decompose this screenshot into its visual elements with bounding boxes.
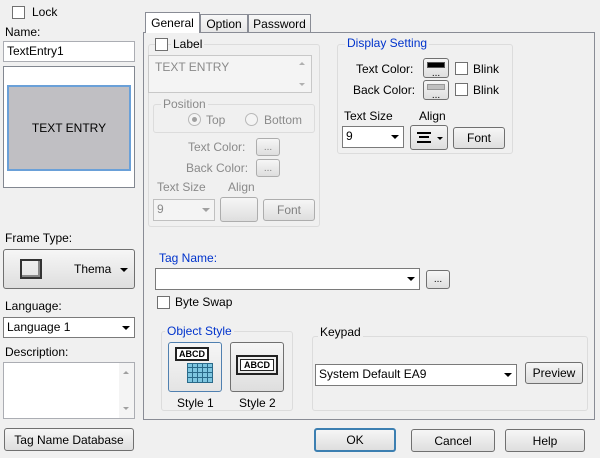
style1-label: Style 1 [177, 396, 214, 410]
description-textarea[interactable] [3, 362, 135, 419]
position-top-label: Top [206, 113, 226, 127]
byte-swap-checkbox[interactable] [157, 296, 170, 309]
chevron-down-icon [437, 137, 443, 140]
label-text-field: TEXT ENTRY [148, 55, 312, 93]
tag-name-database-button[interactable]: Tag Name Database [4, 428, 134, 451]
label-text-size-label: Text Size [157, 180, 206, 194]
back-blink-label: Blink [473, 83, 500, 97]
style1-icon-text: ABCD [175, 347, 209, 361]
chevron-down-icon [120, 268, 128, 272]
tab-password[interactable]: Password [248, 14, 311, 33]
frame-type-label: Frame Type: [5, 231, 73, 245]
style2-label: Style 2 [239, 396, 276, 410]
tag-name-label: Tag Name: [159, 251, 218, 265]
preview-selection: TEXT ENTRY [7, 85, 131, 171]
preview-frame: TEXT ENTRY [3, 66, 135, 188]
chevron-down-icon [391, 135, 399, 139]
display-text-color-button[interactable]: ... [423, 58, 449, 79]
chevron-down-icon [504, 373, 512, 377]
position-title: Position [161, 97, 208, 111]
style2-icon-text: ABCD [240, 359, 274, 371]
back-blink-checkbox[interactable] [455, 83, 468, 96]
preview-text: TEXT ENTRY [31, 121, 107, 135]
position-bottom-radio [245, 113, 258, 126]
style1-icon: ABCD [175, 347, 215, 383]
language-label: Language: [5, 299, 62, 313]
chevron-down-icon [202, 208, 210, 212]
description-label: Description: [5, 345, 69, 359]
label-font-button: Font [263, 199, 315, 221]
display-back-color-button[interactable]: ... [423, 80, 449, 101]
frame-type-button[interactable]: Thema [3, 249, 135, 289]
tab-general[interactable]: General [145, 12, 200, 33]
name-field[interactable]: TextEntry1 [3, 41, 135, 62]
align-center-icon [417, 132, 431, 143]
chevron-down-icon [407, 277, 415, 281]
language-select[interactable]: Language 1 [3, 317, 135, 338]
frame-type-value: Thema [74, 262, 112, 276]
label-text-color-label: Text Color: [188, 140, 246, 154]
style1-button[interactable]: ABCD [168, 342, 222, 392]
label-text-value: TEXT ENTRY [155, 60, 230, 74]
lock-checkbox[interactable] [12, 6, 25, 19]
label-text-size-value: 9 [157, 202, 164, 216]
tag-name-select[interactable] [155, 268, 420, 290]
object-style-title: Object Style [165, 324, 234, 338]
display-font-button[interactable]: Font [453, 127, 505, 149]
byte-swap-label: Byte Swap [175, 295, 233, 309]
tag-name-browse-button[interactable]: ... [426, 270, 450, 289]
label-align-label: Align [228, 180, 255, 194]
position-top-radio [188, 113, 201, 126]
keypad-select[interactable]: System Default EA9 [315, 364, 517, 386]
name-label: Name: [5, 25, 41, 39]
scroll-up-icon[interactable] [123, 371, 129, 374]
language-value: Language 1 [7, 320, 71, 334]
label-back-color-label: Back Color: [186, 161, 249, 175]
display-align-button[interactable] [410, 125, 448, 150]
keypad-title: Keypad [318, 325, 363, 339]
display-back-color-label: Back Color: [353, 83, 416, 97]
position-bottom-label: Bottom [264, 113, 303, 127]
cancel-button[interactable]: Cancel [411, 429, 495, 452]
text-blink-label: Blink [473, 62, 500, 76]
display-setting-title: Display Setting [345, 36, 430, 50]
keypad-preview-button[interactable]: Preview [525, 362, 583, 384]
display-text-size-value: 9 [346, 129, 353, 143]
label-checkbox[interactable] [155, 38, 168, 51]
text-blink-checkbox[interactable] [455, 62, 468, 75]
label-text-color-button: ... [256, 138, 280, 156]
style2-button[interactable]: ABCD [230, 342, 284, 392]
display-text-color-ellipsis: ... [431, 68, 441, 79]
display-text-color-label: Text Color: [356, 62, 414, 76]
display-text-size-select[interactable]: 9 [342, 126, 404, 148]
display-back-color-ellipsis: ... [431, 90, 441, 101]
label-back-color-button: ... [256, 159, 280, 177]
label-checkbox-label: Label [171, 37, 205, 51]
label-text-size-select: 9 [153, 199, 215, 221]
scroll-down-icon [299, 83, 305, 86]
chevron-down-icon [122, 325, 130, 330]
help-button[interactable]: Help [505, 429, 585, 452]
display-text-size-label: Text Size [344, 109, 393, 123]
description-scrollbar[interactable] [119, 363, 134, 418]
display-align-label: Align [419, 109, 446, 123]
keypad-grid-icon [187, 363, 213, 383]
tab-option[interactable]: Option [200, 14, 248, 33]
ok-button[interactable]: OK [314, 428, 396, 452]
label-align-button [220, 197, 258, 222]
scroll-down-icon[interactable] [123, 407, 129, 410]
style2-icon: ABCD [236, 355, 278, 375]
keypad-value: System Default EA9 [319, 367, 427, 381]
lock-label: Lock [32, 5, 58, 19]
scroll-up-icon [299, 62, 305, 65]
frame-type-icon [20, 259, 42, 279]
